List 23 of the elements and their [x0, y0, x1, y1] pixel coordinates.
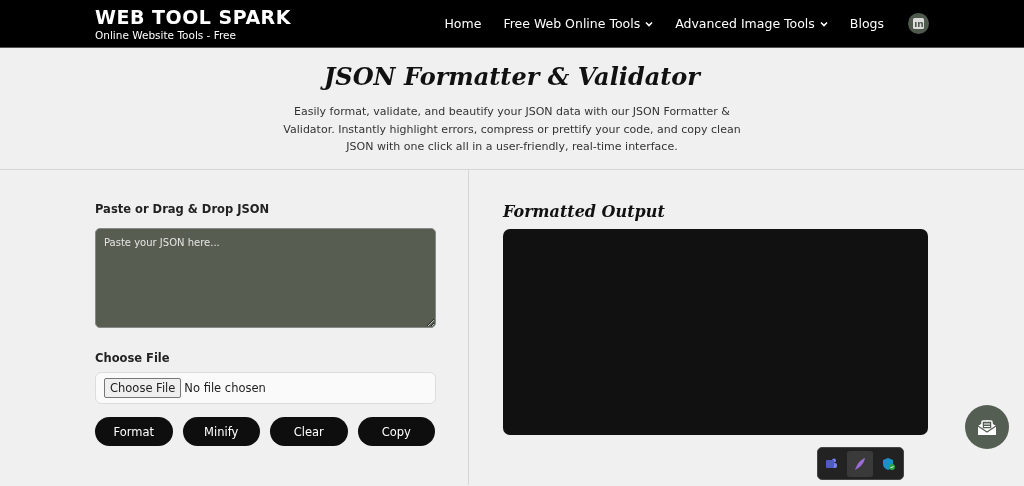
action-button[interactable]: Copy: [357, 417, 435, 446]
page-description: Easily format, validate, and beautify your JSON data with our JSON Formatter & Validator. Instantly highlight errors, compress or prettify your code, and copy clean JSON with one click all in a user-friendly, real-time interface.: [282, 104, 742, 155]
action-button[interactable]: Clear: [270, 417, 348, 446]
output-title: Formatted Output: [503, 202, 666, 221]
site-logo[interactable]: WEB TOOL SPARK: [95, 6, 291, 28]
file-status: No file chosen: [184, 381, 266, 395]
action-button[interactable]: Format: [95, 417, 173, 446]
nav-link[interactable]: Advanced Image Tools: [675, 16, 828, 31]
action-button[interactable]: Minify: [182, 417, 260, 446]
nav-link[interactable]: Free Web Online Tools: [503, 16, 654, 31]
file-label: Choose File: [95, 351, 171, 365]
feather-icon[interactable]: [847, 450, 873, 477]
json-input-field[interactable]: Paste your JSON here...: [95, 228, 436, 328]
shield-icon[interactable]: [882, 456, 897, 471]
input-label: Paste or Drag & Drop JSON: [95, 202, 271, 216]
nav-link[interactable]: Home: [444, 16, 482, 31]
file-input-field[interactable]: Choose File No file chosen: [95, 372, 436, 404]
envelope-icon: [977, 418, 997, 436]
nav-link[interactable]: Blogs: [849, 16, 884, 31]
choose-file-button[interactable]: Choose File: [104, 378, 182, 398]
linkedin-icon[interactable]: [908, 13, 929, 34]
site-tagline: Online Website Tools - Free: [95, 29, 237, 41]
contact-button[interactable]: [965, 405, 1009, 449]
